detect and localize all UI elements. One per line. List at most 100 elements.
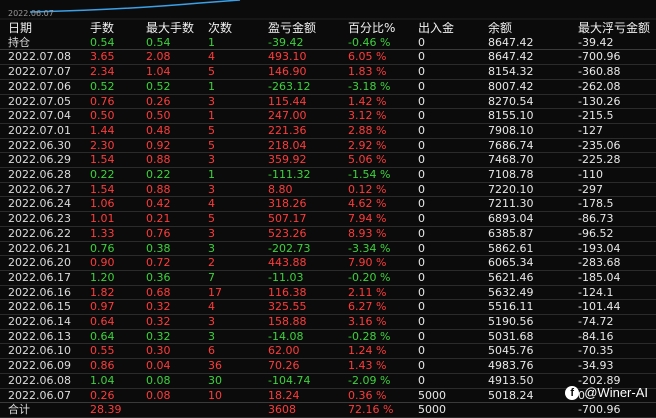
count-cell: 6 [208, 344, 215, 358]
pnl-cell: -11.03 [268, 270, 304, 284]
percent-cell: 1.24 % [348, 344, 387, 358]
balance-cell: 5045.76 [488, 344, 534, 358]
max-lots-cell [146, 402, 208, 418]
percent-cell: -0.46 % [348, 35, 391, 49]
lots-cell: 1.01 [90, 212, 115, 226]
max-lots-cell: 0.04 [146, 359, 171, 373]
pnl-cell: 507.17 [268, 212, 307, 226]
max-float-loss-cell: -297 [578, 182, 603, 196]
date-cell: 2022.06.08 [8, 373, 71, 387]
max-float-loss-cell: -215.5 [578, 109, 614, 123]
balance-cell: 6065.34 [488, 256, 534, 270]
max-lots-cell: 2.08 [146, 50, 171, 64]
balance-cell: 6385.87 [488, 226, 534, 240]
cash-flow-cell: 0 [418, 109, 425, 123]
cash-flow-cell: 0 [418, 300, 425, 314]
max-lots-cell: 0.08 [146, 373, 171, 387]
percent-cell: 1.42 % [348, 94, 387, 108]
balance-cell: 8270.54 [488, 94, 534, 108]
lots-cell: 1.54 [90, 153, 115, 167]
count-cell: 4 [208, 50, 215, 64]
pnl-cell: 18.24 [268, 388, 300, 402]
date-cell: 2022.06.17 [8, 270, 71, 284]
count-cell: 1 [208, 109, 215, 123]
cash-flow-cell: 0 [418, 50, 425, 64]
max-float-loss-cell: -127 [578, 123, 603, 137]
max-lots-cell: 0.88 [146, 182, 171, 196]
percent-cell: 2.92 % [348, 138, 387, 152]
lots-cell: 0.54 [90, 35, 115, 49]
count-cell: 1 [208, 35, 215, 49]
pnl-cell: 359.92 [268, 153, 307, 167]
lots-cell: 1.04 [90, 373, 115, 387]
cash-flow-cell: 0 [418, 285, 425, 299]
col-header-lots: 手数 [90, 22, 115, 35]
pnl-cell: 218.04 [268, 138, 307, 152]
cash-flow-cell: 0 [418, 270, 425, 284]
cash-flow-cell: 0 [418, 241, 425, 255]
lots-cell: 0.22 [90, 168, 115, 182]
cash-flow-cell: 5000 [418, 402, 488, 418]
percent-cell: 5.06 % [348, 153, 387, 167]
percent-cell: -1.54 % [348, 168, 391, 182]
lots-cell: 0.50 [90, 109, 115, 123]
count-cell: 1 [208, 168, 215, 182]
max-lots-cell: 0.32 [146, 329, 171, 343]
balance-cell: 5621.46 [488, 270, 534, 284]
max-float-loss-cell: -185.04 [578, 270, 621, 284]
table-row: 2022.06.15 0.97 0.32 4 325.55 6.27 % 0 5516.11 -… [0, 300, 656, 315]
lots-cell: 1.33 [90, 226, 115, 240]
count-cell: 17 [208, 285, 222, 299]
col-header-cash-flow: 出入金 [418, 22, 455, 35]
table-row: 2022.06.24 1.06 0.42 4 318.26 4.62 % 0 7211.30 -… [0, 197, 656, 212]
pnl-cell: 325.55 [268, 300, 307, 314]
cash-flow-cell: 0 [418, 65, 425, 79]
equity-curve [0, 0, 656, 20]
table-row: 2022.07.01 1.44 0.48 5 221.36 2.88 % 0 7908.10 -… [0, 123, 656, 139]
balance-cell: 6893.04 [488, 212, 534, 226]
max-float-loss-cell: -235.06 [578, 138, 621, 152]
max-float-loss-cell: -193.04 [578, 241, 621, 255]
count-cell: 3 [208, 241, 215, 255]
table-row: 2022.06.23 1.01 0.21 5 507.17 7.94 % 0 6893.04 -… [0, 212, 656, 227]
max-lots-cell: 0.22 [146, 168, 171, 182]
count-cell: 4 [208, 300, 215, 314]
percent-cell: 4.62 % [348, 197, 387, 211]
date-cell: 2022.06.27 [8, 182, 71, 196]
lots-cell: 2.30 [90, 138, 115, 152]
percent-cell: 2.11 % [348, 285, 387, 299]
percent-cell: 3.12 % [348, 109, 387, 123]
lots-cell: 0.86 [90, 359, 115, 373]
max-lots-cell: 0.38 [146, 241, 171, 255]
max-lots-cell: 0.52 [146, 79, 171, 93]
percent-cell: -3.34 % [348, 241, 391, 255]
count-cell: 10 [208, 388, 222, 402]
table-header: 日期 手数 最大手数 次数 盈亏金额 百分比% 出入金 余额 最大浮亏金额 [0, 22, 656, 36]
table-row: 2022.06.14 0.64 0.32 3 158.88 3.16 % 0 5190.56 -… [0, 315, 656, 330]
date-cell: 2022.06.16 [8, 285, 71, 299]
table-row: 2022.07.05 0.76 0.26 3 115.44 1.42 % 0 8270.54 -… [0, 94, 656, 109]
max-float-loss-cell: -96.52 [578, 226, 614, 240]
daily-stats-table: 日期 手数 最大手数 次数 盈亏金额 百分比% 出入金 余额 最大浮亏金额 持仓… [0, 22, 656, 418]
pnl-cell: 221.36 [268, 123, 307, 137]
max-lots-cell: 0.50 [146, 109, 171, 123]
percent-cell: 1.43 % [348, 359, 387, 373]
pnl-cell: 3608 [268, 402, 348, 418]
max-float-loss-cell: -124.1 [578, 285, 614, 299]
balance-cell: 5190.56 [488, 315, 534, 329]
balance-cell: 7211.30 [488, 197, 534, 211]
pnl-cell: 70.26 [268, 359, 300, 373]
chart-date-label: 2022.06.07 [8, 9, 54, 18]
date-cell: 2022.06.23 [8, 212, 71, 226]
table-row: 2022.06.22 1.33 0.76 3 523.26 8.93 % 0 6385.87 -… [0, 226, 656, 242]
watermark-text: @Winer-AI [584, 385, 648, 400]
watermark: f @Winer-AI [565, 385, 648, 400]
date-cell: 2022.06.09 [8, 359, 71, 373]
balance-cell: 5862.61 [488, 241, 534, 255]
date-cell: 2022.07.07 [8, 65, 71, 79]
max-float-loss-cell: -101.44 [578, 300, 621, 314]
col-header-pnl: 盈亏金额 [268, 22, 317, 35]
balance-cell [488, 402, 578, 418]
max-lots-cell: 0.76 [146, 226, 171, 240]
percent-cell: 8.93 % [348, 226, 387, 240]
